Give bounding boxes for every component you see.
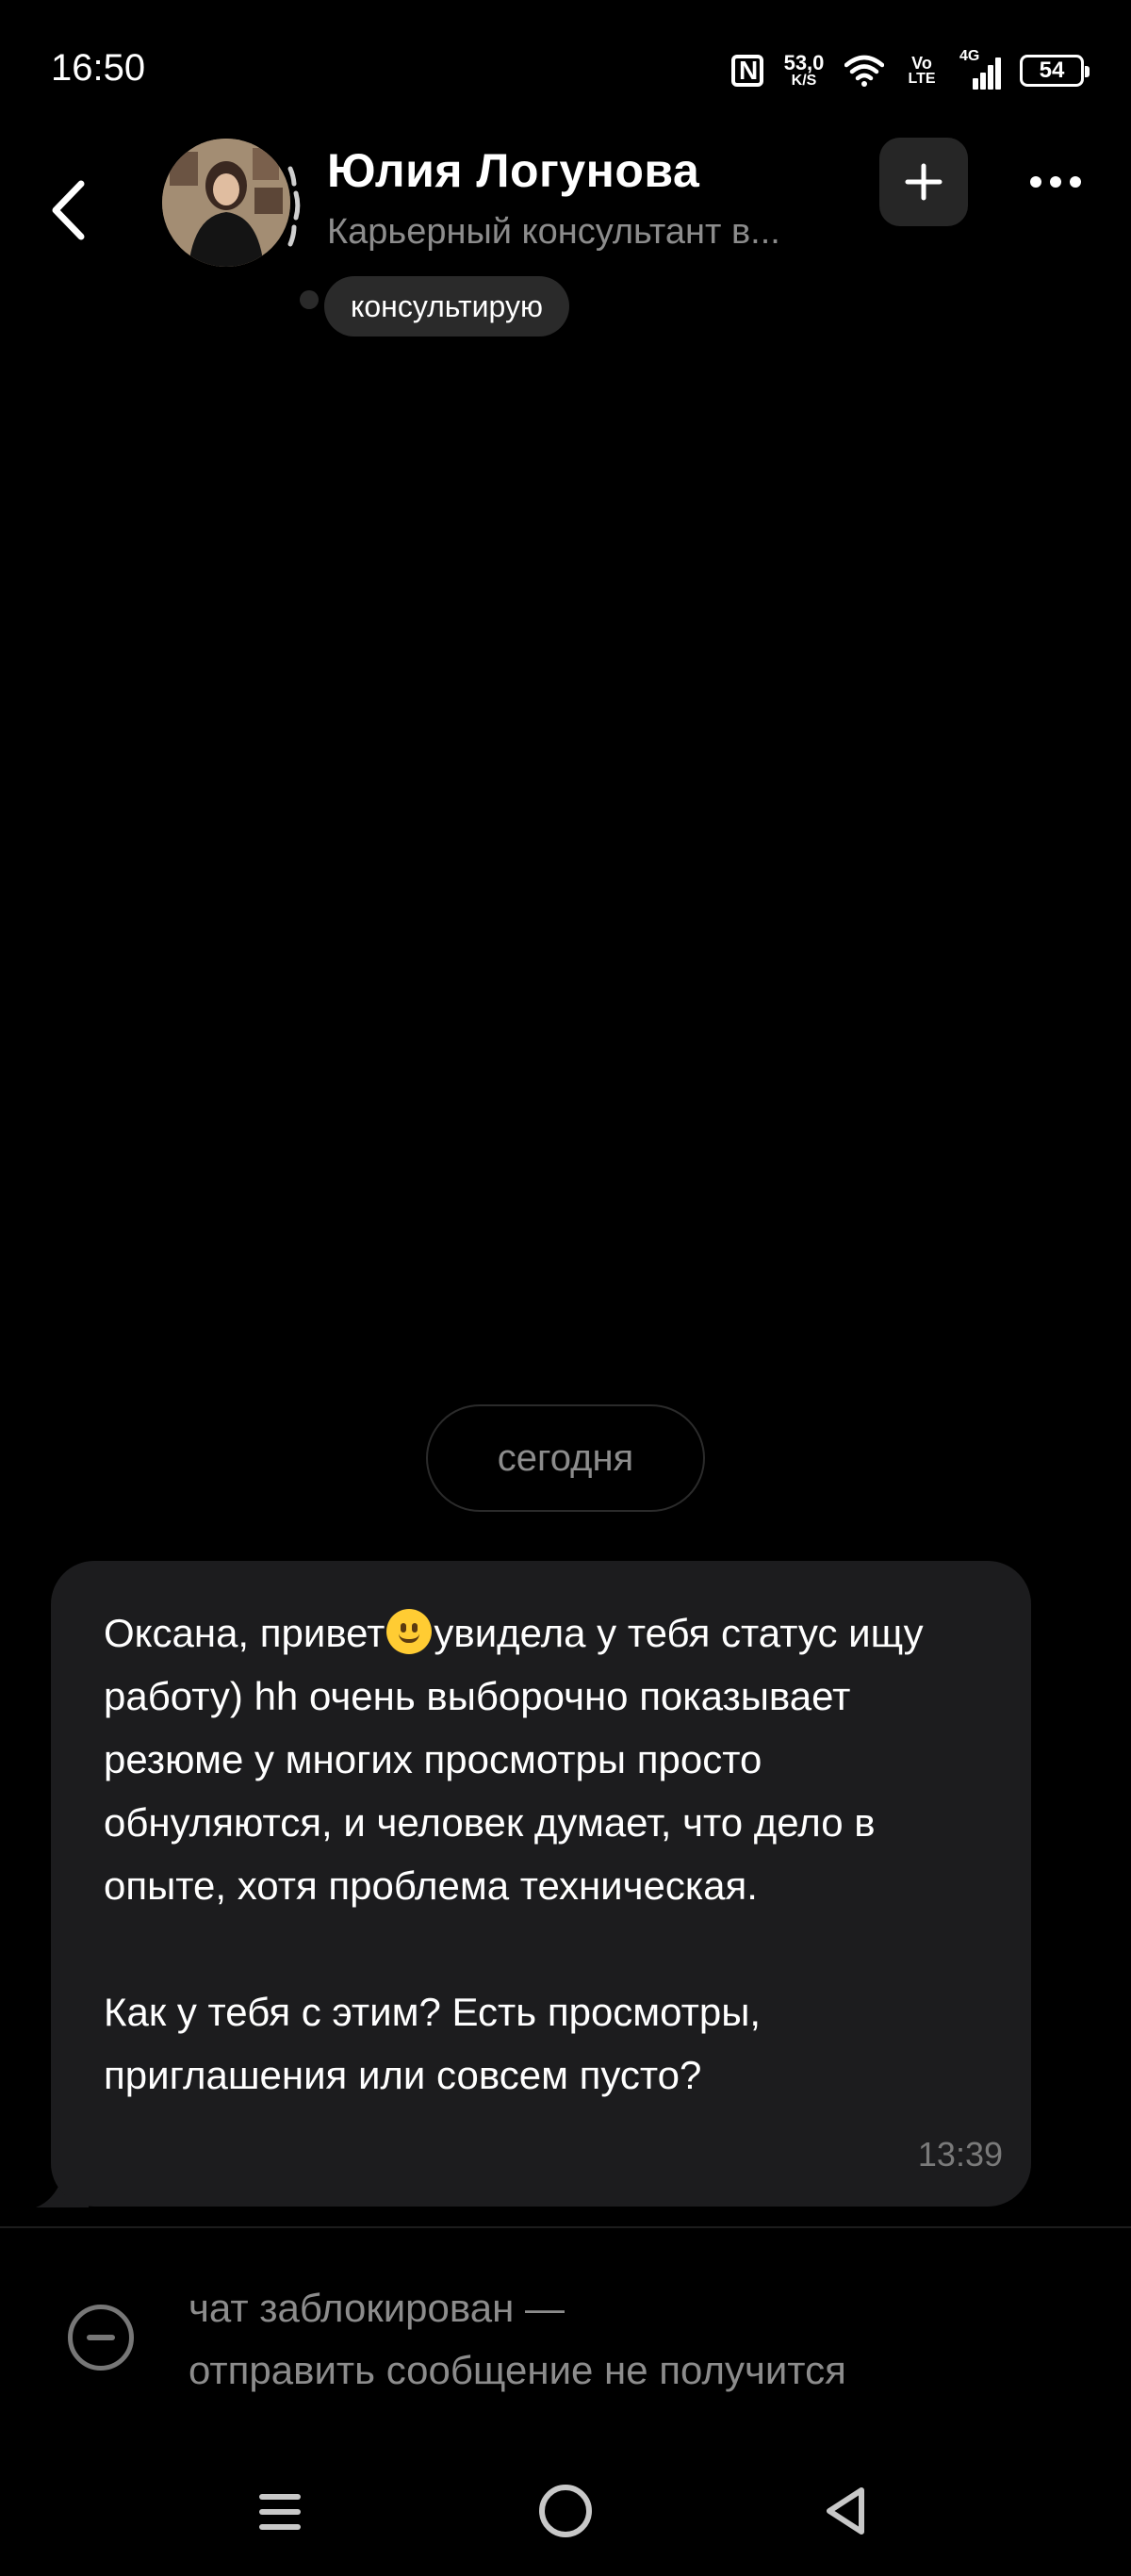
chat-screen: 16:50 53,0 K/S Vo LTE 4G (0, 0, 1131, 2576)
blocked-line-1: чат заблокирован — (188, 2286, 565, 2330)
date-separator: сегодня (426, 1404, 705, 1512)
more-dot (1070, 176, 1081, 188)
chat-header: Юлия Логунова Карьерный консультант в...… (0, 132, 1131, 349)
volte-bottom-label: LTE (908, 71, 936, 87)
contact-subtitle: Карьерный консультант в... (327, 212, 780, 252)
contact-name[interactable]: Юлия Логунова (327, 143, 699, 198)
more-dot (1030, 176, 1041, 188)
nav-home-icon[interactable] (539, 2485, 592, 2537)
message-bubble[interactable]: Оксана, привет увидела у тебя статус ищу … (51, 1561, 1031, 2207)
system-nav-bar (0, 2451, 1131, 2576)
status-icons: 53,0 K/S Vo LTE 4G 54 (731, 47, 1090, 94)
message-text-part2: увидела у тебя статус ищу работу) hh оче… (104, 1611, 924, 2097)
network-speed-unit: K/S (791, 73, 817, 89)
wifi-icon (844, 55, 884, 87)
footer-divider (0, 2226, 1131, 2228)
message-text: Оксана, привет увидела у тебя статус ищу … (104, 1601, 990, 2107)
blocked-minus-icon (68, 2305, 134, 2371)
status-text: консультирую (351, 288, 543, 323)
more-dot (1050, 176, 1061, 188)
battery-level: 54 (1039, 57, 1065, 83)
message-time: 13:39 (917, 2135, 1003, 2174)
network-type-label: 4G (959, 48, 980, 64)
back-button[interactable] (40, 168, 96, 253)
blocked-line-2: отправить сообщение не получится (188, 2348, 846, 2392)
nfc-icon (731, 55, 763, 87)
avatar[interactable] (162, 139, 290, 267)
plus-icon (905, 163, 942, 201)
status-bubble-tail (300, 290, 319, 309)
network-speed-value: 53,0 (783, 51, 825, 74)
status-time: 16:50 (51, 47, 146, 89)
nav-menu-icon[interactable] (254, 2488, 311, 2535)
avatar-photo (162, 139, 290, 267)
add-button[interactable] (879, 138, 968, 226)
message-text-part1: Оксана, привет (104, 1611, 385, 1655)
volte-icon: Vo LTE (903, 55, 941, 87)
signal-icon: 4G (959, 48, 1001, 90)
emoji-smile-icon (386, 1609, 433, 1654)
blocked-notice: чат заблокирован — отправить сообщение н… (188, 2277, 1084, 2402)
status-bar: 16:50 53,0 K/S Vo LTE 4G (0, 0, 1131, 141)
nav-back-icon[interactable] (818, 2483, 875, 2539)
volte-top-label: Vo (911, 54, 932, 73)
network-speed: 53,0 K/S (782, 53, 826, 89)
battery-icon: 54 (1020, 55, 1090, 87)
more-options-button[interactable] (1018, 156, 1093, 208)
story-ring-icon (287, 166, 301, 247)
back-chevron-icon (52, 180, 85, 240)
status-bubble: консультирую (324, 276, 569, 336)
